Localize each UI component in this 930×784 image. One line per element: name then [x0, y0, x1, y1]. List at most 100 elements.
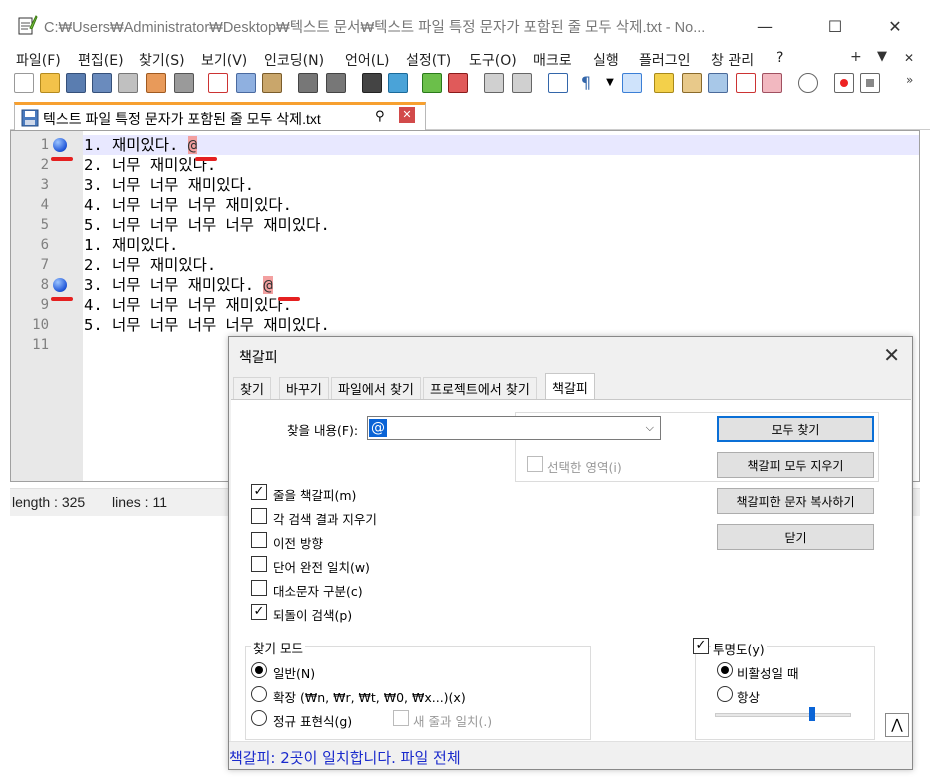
- code-line[interactable]: 3. 너무 너무 재미있다. @: [83, 275, 919, 295]
- more-tools-icon[interactable]: »: [906, 73, 926, 93]
- pin-icon[interactable]: ⚲: [375, 109, 385, 124]
- code-line[interactable]: 3. 너무 너무 재미있다.: [83, 175, 919, 195]
- menu-search[interactable]: 찾기(S): [139, 50, 185, 70]
- monitoring-icon[interactable]: [798, 73, 818, 93]
- find-all-button[interactable]: 모두 찾기: [717, 416, 874, 442]
- transparency-checkbox[interactable]: ✓: [693, 638, 709, 654]
- menu-language[interactable]: 언어(L): [345, 50, 389, 70]
- dialog-close-icon[interactable]: ✕: [883, 343, 900, 367]
- code-line[interactable]: 1. 재미있다.: [83, 235, 919, 255]
- save-icon[interactable]: [66, 73, 86, 93]
- transparency-slider-thumb[interactable]: [808, 707, 815, 721]
- option-label: 되돌이 검색(p): [273, 608, 353, 623]
- tab-find[interactable]: 찾기: [233, 377, 271, 399]
- zoom-out-icon[interactable]: [448, 73, 468, 93]
- mode-regex-radio[interactable]: [251, 710, 267, 726]
- close-doc-icon[interactable]: ✕: [904, 51, 914, 65]
- tab-close-icon[interactable]: ✕: [399, 107, 415, 123]
- bookmark-margin[interactable]: [53, 131, 83, 481]
- line-number: 11: [32, 337, 49, 353]
- option-checkbox[interactable]: ✓: [251, 484, 267, 500]
- maximize-button[interactable]: ☐: [812, 8, 858, 44]
- open-file-icon[interactable]: [40, 73, 60, 93]
- option-checkbox[interactable]: [251, 532, 267, 548]
- add-icon[interactable]: +: [850, 49, 862, 65]
- doc-switcher-icon[interactable]: [736, 73, 756, 93]
- transparency-slider[interactable]: [715, 713, 851, 717]
- close-all-icon[interactable]: [146, 73, 166, 93]
- mode-normal-radio[interactable]: [251, 662, 267, 678]
- code-line[interactable]: 5. 너무 너무 너무 너무 재미있다.: [83, 215, 919, 235]
- save-all-icon[interactable]: [92, 73, 112, 93]
- mode-extended-radio[interactable]: [251, 686, 267, 702]
- menu-view[interactable]: 보기(V): [201, 50, 247, 70]
- indent-guide-icon[interactable]: [622, 73, 642, 93]
- paste-icon[interactable]: [262, 73, 282, 93]
- tab-bookmark[interactable]: 책갈피: [545, 373, 595, 400]
- minimize-button[interactable]: —: [742, 8, 788, 44]
- clear-bookmarks-button[interactable]: 책갈피 모두 지우기: [717, 452, 874, 478]
- menu-run[interactable]: 실행: [593, 50, 619, 70]
- cut-icon[interactable]: [208, 73, 228, 93]
- sync-horizontal-icon[interactable]: [512, 73, 532, 93]
- bookmark-dialog: 책갈피 ✕ 찾기 바꾸기 파일에서 찾기 프로젝트에서 찾기 책갈피 찾을 내용…: [228, 336, 913, 770]
- new-file-icon[interactable]: [14, 73, 34, 93]
- folder-as-workspace-icon[interactable]: [762, 73, 782, 93]
- word-wrap-icon[interactable]: [548, 73, 568, 93]
- mode-extended-label: 확장 (₩n, ₩r, ₩t, ₩0, ₩x...)(x): [273, 690, 466, 705]
- record-macro-icon[interactable]: [834, 73, 854, 93]
- zoom-in-icon[interactable]: [422, 73, 442, 93]
- doc-map-icon[interactable]: [654, 73, 674, 93]
- replace-icon[interactable]: [388, 73, 408, 93]
- dropdown-arrow-icon[interactable]: ▼: [600, 73, 620, 93]
- close-button[interactable]: ✕: [872, 8, 918, 44]
- code-line[interactable]: 1. 재미있다. @: [83, 135, 919, 155]
- tab-document[interactable]: 텍스트 파일 특정 문자가 포함된 줄 모두 삭제.txt ⚲ ✕: [14, 102, 426, 131]
- line-number: 7: [40, 257, 49, 273]
- code-line[interactable]: 4. 너무 너무 너무 재미있다.: [83, 195, 919, 215]
- option-checkbox[interactable]: ✓: [251, 604, 267, 620]
- bookmark-icon[interactable]: [53, 278, 67, 292]
- code-line[interactable]: 5. 너무 너무 너무 너무 재미있다.: [83, 315, 919, 335]
- collapse-button[interactable]: ⋀: [885, 713, 909, 737]
- sync-vertical-icon[interactable]: [484, 73, 504, 93]
- menu-macro[interactable]: 매크로: [533, 50, 572, 70]
- stop-macro-icon[interactable]: [860, 73, 880, 93]
- mode-regex-label: 정규 표현식(g): [273, 714, 353, 729]
- menu-tools[interactable]: 도구(O): [469, 50, 517, 70]
- redo-icon[interactable]: [326, 73, 346, 93]
- tab-find-in-projects[interactable]: 프로젝트에서 찾기: [423, 377, 537, 399]
- code-line[interactable]: 2. 너무 재미있다.: [83, 255, 919, 275]
- code-line[interactable]: 4. 너무 너무 너무 재미있다.: [83, 295, 919, 315]
- transparency-inactive-radio[interactable]: [717, 662, 733, 678]
- copy-bookmarked-button[interactable]: 책갈피한 문자 복사하기: [717, 488, 874, 514]
- dot-newline-checkbox[interactable]: [393, 710, 409, 726]
- menu-help[interactable]: ?: [776, 50, 783, 66]
- print-icon[interactable]: [174, 73, 194, 93]
- option-checkbox[interactable]: [251, 580, 267, 596]
- undo-icon[interactable]: [298, 73, 318, 93]
- function-list-icon[interactable]: [682, 73, 702, 93]
- dropdown-icon[interactable]: ▼: [877, 49, 887, 64]
- close-file-icon[interactable]: [118, 73, 138, 93]
- menu-plugins[interactable]: 플러그인: [639, 50, 691, 70]
- transparency-always-radio[interactable]: [717, 686, 733, 702]
- copy-icon[interactable]: [236, 73, 256, 93]
- find-input[interactable]: @ ⌵: [367, 416, 661, 440]
- menu-window[interactable]: 창 관리: [711, 50, 754, 70]
- in-selection-checkbox[interactable]: [527, 456, 543, 472]
- menu-file[interactable]: 파일(F): [16, 50, 61, 70]
- show-all-chars-icon[interactable]: ¶: [576, 73, 596, 93]
- dialog-close-button[interactable]: 닫기: [717, 524, 874, 550]
- bookmark-icon[interactable]: [53, 138, 67, 152]
- menu-edit[interactable]: 편집(E): [78, 50, 124, 70]
- folder-workspace-icon[interactable]: [708, 73, 728, 93]
- menu-settings[interactable]: 설정(T): [406, 50, 451, 70]
- tab-replace[interactable]: 바꾸기: [279, 377, 329, 399]
- menu-encoding[interactable]: 인코딩(N): [264, 50, 324, 70]
- option-checkbox[interactable]: [251, 508, 267, 524]
- tab-find-in-files[interactable]: 파일에서 찾기: [331, 377, 421, 399]
- chevron-down-icon[interactable]: ⌵: [646, 421, 654, 435]
- option-checkbox[interactable]: [251, 556, 267, 572]
- find-icon[interactable]: [362, 73, 382, 93]
